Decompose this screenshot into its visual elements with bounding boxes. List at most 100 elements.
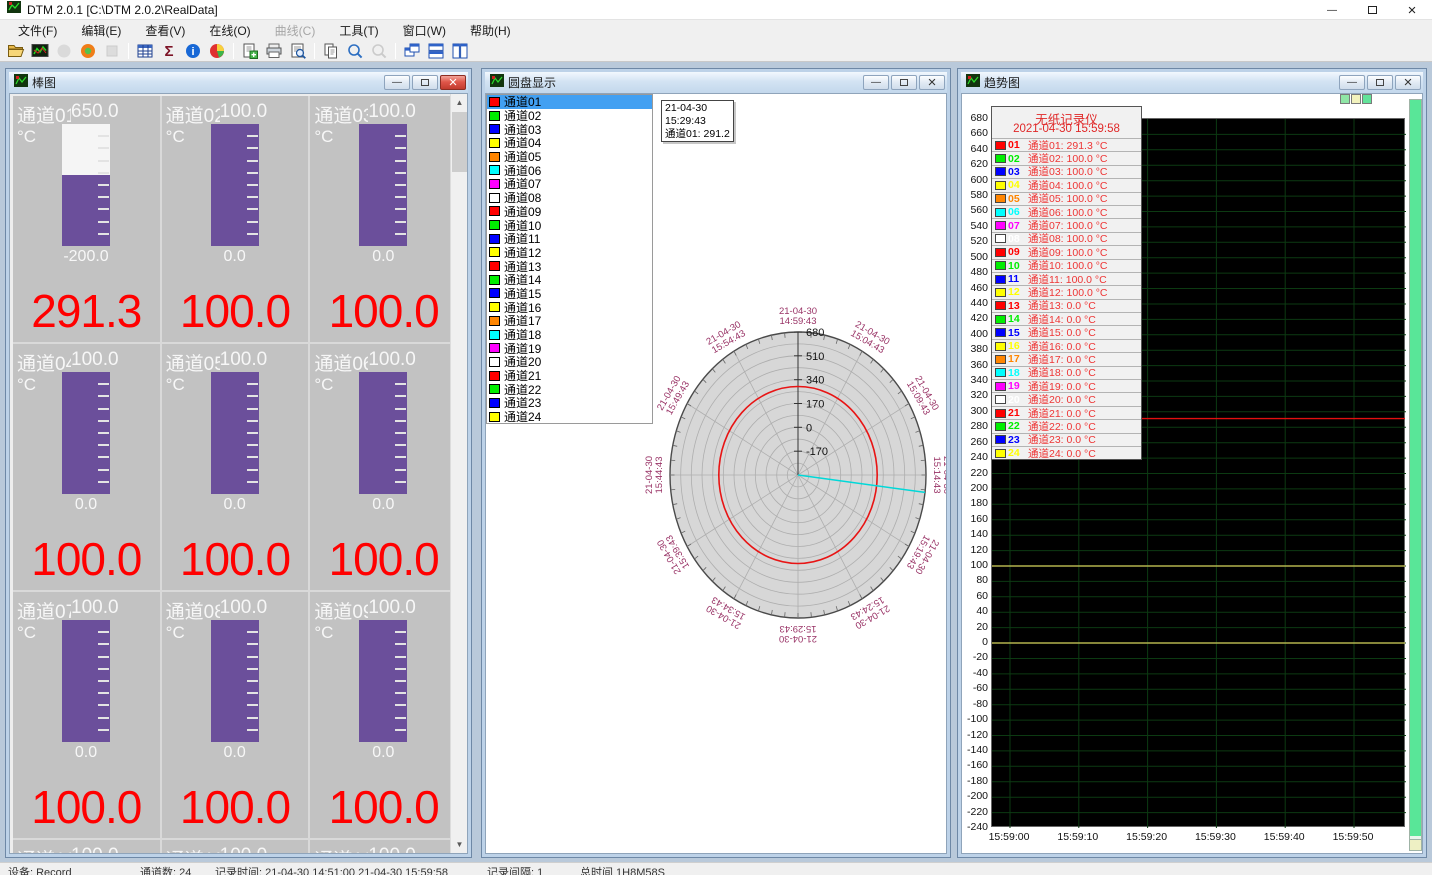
menu-item-编辑E[interactable]: 编辑(E) <box>69 20 133 41</box>
trend-tool-square-icon[interactable] <box>1351 94 1361 104</box>
menu-item-文件F[interactable]: 文件(F) <box>6 20 69 41</box>
tooltip-time: 15:29:43 <box>665 115 730 128</box>
gauge-tick <box>98 221 109 223</box>
zoom2-icon[interactable] <box>367 41 391 61</box>
legend-row: 10通道10: 100.0 °C <box>992 259 1141 272</box>
scroll-up-icon[interactable]: ▲ <box>451 94 468 111</box>
menu-item-帮助H[interactable]: 帮助(H) <box>458 20 523 41</box>
gauge-tick <box>247 692 258 694</box>
legend-channel-number: 03 <box>1008 166 1025 178</box>
legend-channel-number: 02 <box>1008 153 1025 165</box>
pie-chart-icon[interactable] <box>205 41 229 61</box>
gauge-tick <box>395 631 406 633</box>
tile-vertical-icon[interactable] <box>448 41 472 61</box>
trend-window-title-bar[interactable]: 趋势图 <box>961 72 1423 93</box>
scroll-down-icon[interactable]: ▼ <box>451 836 468 853</box>
info-icon[interactable]: i <box>181 41 205 61</box>
tile-horizontal-icon[interactable] <box>424 41 448 61</box>
gauge-tick <box>395 160 406 162</box>
gauge-tick <box>247 160 258 162</box>
minimize-icon[interactable] <box>1312 0 1352 20</box>
menu-item-工具T[interactable]: 工具(T) <box>327 20 390 41</box>
legend-row: 17通道17: 0.0 °C <box>992 352 1141 365</box>
zoom-icon[interactable] <box>343 41 367 61</box>
legend-color-swatch <box>995 221 1006 230</box>
gauge-max-value: 100.0 <box>368 349 416 371</box>
dial-window-title-bar[interactable]: 圆盘显示 <box>485 72 947 93</box>
bar-maximize-icon[interactable] <box>412 75 438 90</box>
legend-row: 05通道05: 100.0 °C <box>992 192 1141 205</box>
trend-y-tick-label: -200 <box>962 790 988 802</box>
menu-item-在线O[interactable]: 在线(O) <box>197 20 262 41</box>
legend-color-swatch <box>995 435 1006 444</box>
legend-channel-number: 07 <box>1008 220 1025 232</box>
gauge-tick <box>395 420 406 422</box>
scrollbar-thumb[interactable] <box>452 112 467 172</box>
bar-window-title-bar[interactable]: 棒图 <box>9 72 468 93</box>
maximize-icon[interactable] <box>1352 0 1392 20</box>
gauge-max-value: 100.0 <box>220 349 268 371</box>
table-view-icon[interactable] <box>133 41 157 61</box>
channel-color-swatch <box>489 206 500 216</box>
gauge-panel: 通道12100.0°C0.0100.0 <box>310 840 457 854</box>
trend-y-tick-label: -140 <box>962 744 988 756</box>
polar-chart: 6805103401700-17021-04-3014:59:4321-04-3… <box>638 316 947 648</box>
record-icon[interactable] <box>76 41 100 61</box>
tooltip-date: 21-04-30 <box>665 102 730 115</box>
dial-maximize-icon[interactable] <box>891 75 917 90</box>
print-preview-icon[interactable] <box>286 41 310 61</box>
bar-scrollbar[interactable]: ▲ ▼ <box>450 94 467 853</box>
bar-minimize-icon[interactable] <box>384 75 410 90</box>
legend-color-swatch <box>995 194 1006 203</box>
gauge-max-value: 100.0 <box>368 101 416 123</box>
realtime-chart-icon[interactable] <box>28 41 52 61</box>
trend-y-tick-label: -180 <box>962 775 988 787</box>
open-file-icon[interactable] <box>4 41 28 61</box>
menu-item-查看V[interactable]: 查看(V) <box>133 20 197 41</box>
legend-channel-number: 10 <box>1008 260 1025 272</box>
play-icon[interactable] <box>52 41 76 61</box>
gauge-value: 100.0 <box>310 284 457 338</box>
toolbar-separator <box>233 43 234 59</box>
svg-text:170: 170 <box>806 399 824 411</box>
trend-minimize-icon[interactable] <box>1339 75 1365 90</box>
gauge-panel: 通道03100.0°C0.0100.0 <box>310 96 457 342</box>
copy-icon[interactable] <box>319 41 343 61</box>
trend-tool-square-icon[interactable] <box>1340 94 1350 104</box>
cascade-windows-icon[interactable] <box>400 41 424 61</box>
export-icon[interactable] <box>238 41 262 61</box>
legend-color-swatch <box>995 449 1006 458</box>
gauge-tick <box>395 456 406 458</box>
trend-maximize-icon[interactable] <box>1367 75 1393 90</box>
gauge-tick <box>247 395 258 397</box>
gauge-tick <box>395 383 406 385</box>
trend-x-tick-label: 15:59:10 <box>1048 831 1108 843</box>
sum-icon[interactable]: Σ <box>157 41 181 61</box>
main-title-bar[interactable]: DTM 2.0.1 [C:\DTM 2.0.2\RealData] <box>0 0 1432 20</box>
gauge-value: 100.0 <box>162 284 309 338</box>
gauge-tick <box>395 208 406 210</box>
close-icon[interactable] <box>1392 0 1432 20</box>
print-icon[interactable] <box>262 41 286 61</box>
legend-channel-number: 21 <box>1008 407 1025 419</box>
gauge-value: 100.0 <box>13 532 160 586</box>
bar-close-icon[interactable] <box>440 75 466 90</box>
trend-scrollbar[interactable] <box>1409 99 1422 851</box>
stop-icon[interactable] <box>100 41 124 61</box>
trend-tool-square-icon[interactable] <box>1362 94 1372 104</box>
channel-color-swatch <box>489 220 500 230</box>
channel-list-item[interactable]: 通道24 <box>487 410 652 424</box>
dial-minimize-icon[interactable] <box>863 75 889 90</box>
gauge-unit: °C <box>17 375 36 395</box>
trend-y-tick-label: 420 <box>962 312 988 324</box>
gauge-min-value: 0.0 <box>36 496 136 514</box>
dial-close-icon[interactable] <box>919 75 945 90</box>
trend-scrollbar-button[interactable] <box>1410 839 1421 850</box>
trend-y-tick-label: 500 <box>962 251 988 263</box>
menu-item-曲线C[interactable]: 曲线(C) <box>263 20 328 41</box>
trend-close-icon[interactable] <box>1395 75 1421 90</box>
gauge-min-value: 0.0 <box>185 248 285 266</box>
menu-item-窗口W[interactable]: 窗口(W) <box>391 20 458 41</box>
trend-scrollbar-thumb[interactable] <box>1410 100 1421 836</box>
gauge-tick <box>247 631 258 633</box>
